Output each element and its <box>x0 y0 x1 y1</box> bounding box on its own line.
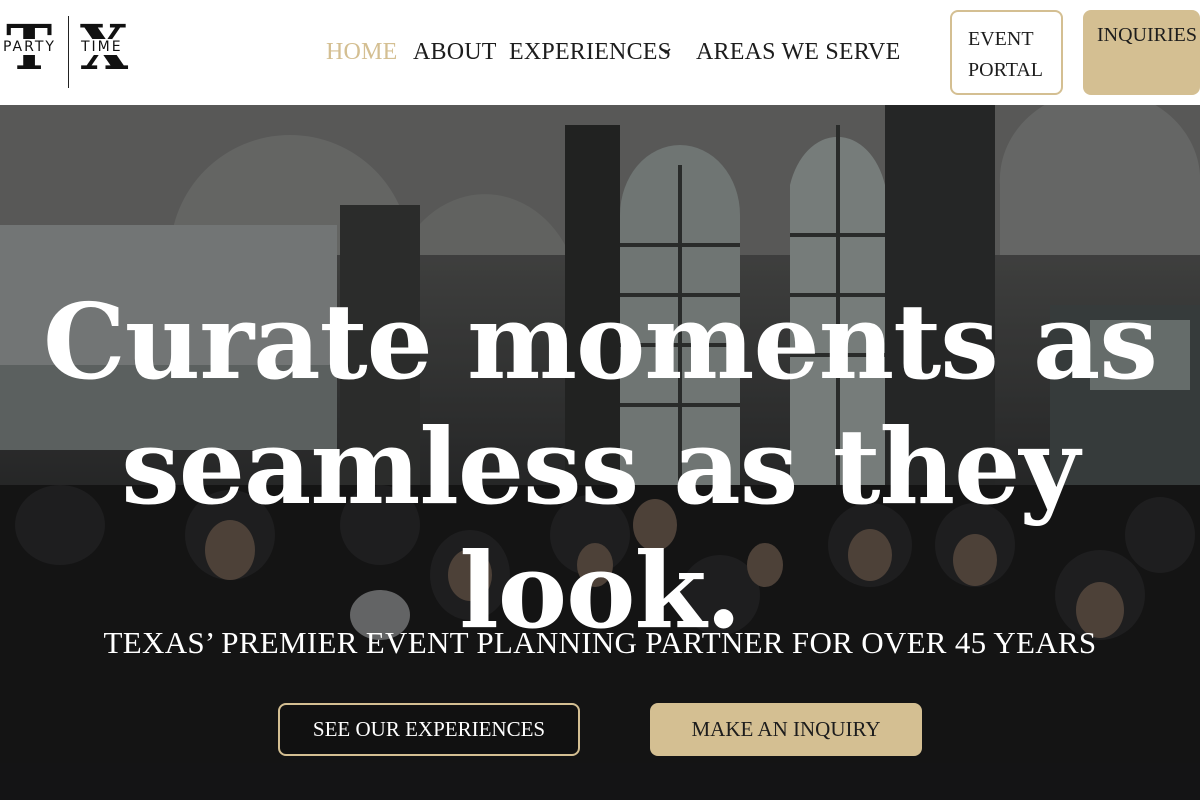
party-time-tx-logo[interactable]: T X PARTY TIME <box>0 16 135 90</box>
chevron-down-icon[interactable] <box>660 45 672 57</box>
logo-divider <box>68 16 69 88</box>
nav-areas-we-serve[interactable]: AREAS WE SERVE <box>696 36 900 68</box>
event-portal-button[interactable]: EVENT PORTAL <box>950 10 1063 95</box>
inquiries-label: INQUIRIES <box>1097 24 1197 46</box>
hero-headline-line2: seamless as they look. <box>121 405 1080 652</box>
logo-word-party: PARTY <box>0 39 59 55</box>
nav-experiences[interactable]: EXPERIENCES <box>509 36 671 68</box>
hero-section: Curate moments as seamless as they look.… <box>0 105 1200 800</box>
see-our-experiences-button[interactable]: SEE OUR EXPERIENCES <box>278 703 580 756</box>
hero-headline-line1: Curate moments as <box>43 280 1158 403</box>
site-header: T X PARTY TIME HOME ABOUT EXPERIENCES AR… <box>0 0 1200 105</box>
nav-home[interactable]: HOME <box>326 36 397 68</box>
make-an-inquiry-button[interactable]: MAKE AN INQUIRY <box>650 703 922 756</box>
nav-about[interactable]: ABOUT <box>413 36 497 68</box>
event-portal-label-line2: PORTAL <box>968 59 1043 81</box>
hero-tagline: TEXAS’ PREMIER EVENT PLANNING PARTNER FO… <box>103 625 1097 660</box>
event-portal-label-line1: EVENT <box>968 28 1034 50</box>
logo-word-time: TIME <box>78 39 126 55</box>
inquiries-button[interactable]: INQUIRIES <box>1083 10 1200 95</box>
